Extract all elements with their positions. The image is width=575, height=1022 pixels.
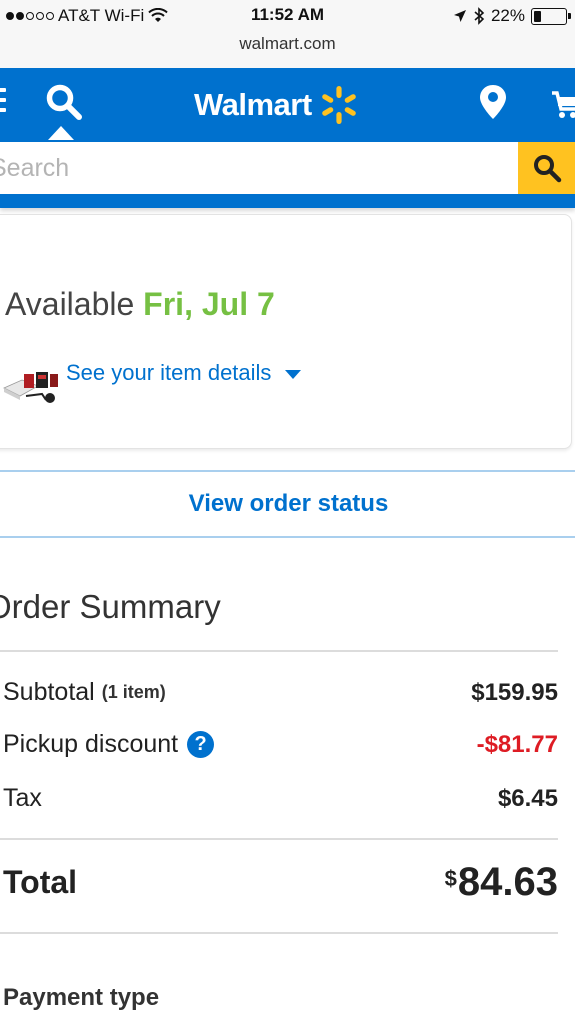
url-text: walmart.com: [239, 34, 336, 53]
pickup-discount-label: Pickup discount: [3, 730, 179, 758]
caret-down-icon: [285, 369, 302, 379]
pickup-card: [0, 214, 572, 449]
battery-percent: 22%: [490, 6, 525, 25]
pickup-discount-value: -$81.77: [476, 730, 558, 758]
help-icon[interactable]: ?: [187, 731, 215, 758]
divider: [0, 650, 558, 652]
menu-icon[interactable]: [0, 88, 6, 118]
availability-date: Fri, Jul 7: [143, 286, 275, 322]
availability-text: Available Fri, Jul 7: [5, 286, 275, 323]
tax-row: Tax $6.45: [3, 784, 558, 813]
availability-label: Available: [5, 286, 135, 322]
view-order-status-button[interactable]: View order status: [0, 470, 575, 538]
location-arrow-icon: [453, 10, 466, 22]
pickup-discount-row: Pickup discount ? -$81.77: [3, 730, 558, 759]
status-right: 22%: [453, 6, 571, 26]
address-bar[interactable]: walmart.com: [0, 32, 575, 68]
battery-icon: [531, 7, 571, 25]
divider: [0, 932, 558, 934]
total-row: Total $ 84.63: [3, 860, 558, 905]
item-details-label: See your item details: [66, 360, 272, 385]
subtotal-value: $159.95: [471, 678, 558, 706]
search-icon: [533, 155, 561, 183]
search-button[interactable]: [518, 142, 575, 194]
order-summary-title: Order Summary: [0, 588, 221, 625]
cart-icon[interactable]: [550, 90, 575, 120]
search-bar: [0, 140, 575, 196]
battery-level: [534, 10, 541, 22]
subtotal-item-count: (1 item): [101, 682, 166, 702]
bluetooth-icon: [474, 7, 485, 25]
search-tab-pointer: [48, 126, 74, 140]
status-bar: AT&T Wi-Fi 11:52 AM 22%: [0, 0, 575, 32]
total-label: Total: [3, 864, 78, 900]
total-currency: $: [444, 866, 457, 891]
item-thumbnail[interactable]: [2, 366, 62, 408]
subtotal-row: Subtotal (1 item) $159.95: [3, 678, 558, 707]
divider: [0, 838, 558, 840]
brand-name: Walmart: [194, 87, 312, 122]
total-amount: 84.63: [457, 860, 558, 904]
search-toggle-icon[interactable]: [44, 82, 84, 122]
item-details-toggle[interactable]: See your item details: [66, 360, 302, 386]
subtotal-label: Subtotal: [3, 678, 95, 706]
header-bottom-edge: [0, 196, 575, 208]
payment-type-heading: Payment type: [3, 984, 160, 1011]
spark-icon: [321, 86, 356, 124]
tax-value: $6.45: [497, 784, 558, 812]
store-location-icon[interactable]: [478, 84, 508, 120]
total-value: $ 84.63: [445, 860, 558, 905]
tax-label: Tax: [3, 784, 42, 812]
site-header: Walmart: [0, 68, 575, 140]
walmart-logo[interactable]: Walmart: [194, 84, 360, 126]
view-order-status-label: View order status: [188, 490, 389, 517]
search-input[interactable]: [0, 142, 520, 194]
